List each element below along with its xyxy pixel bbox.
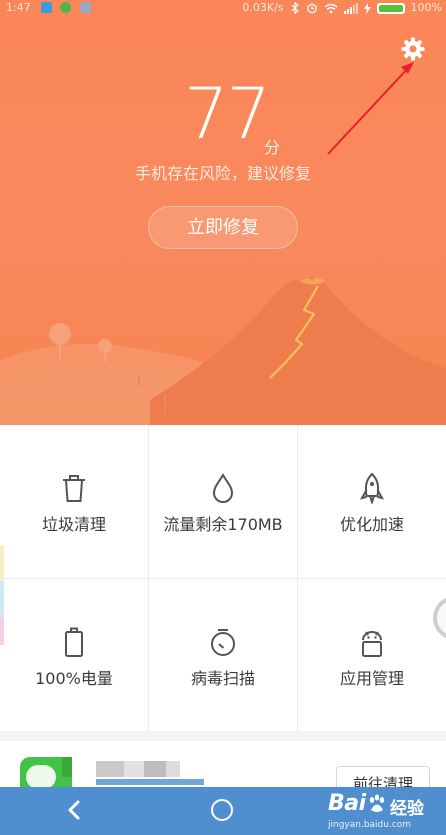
water-drop-icon [212, 472, 234, 503]
security-score: 77 分 [180, 74, 330, 162]
score-value: 77 [184, 73, 271, 155]
rocket-icon [360, 472, 384, 504]
alarm-icon [306, 3, 317, 14]
gear-icon[interactable] [400, 36, 426, 62]
volcano-illustration [0, 277, 446, 425]
watermark-brand-cn: 经验 [390, 799, 424, 819]
battery-percent: 100% [410, 1, 442, 14]
tool-label: 流量剩余170MB [163, 515, 283, 534]
tool-battery[interactable]: 100%电量 [0, 579, 148, 732]
paw-icon [369, 794, 385, 812]
watermark-brand: Bai [328, 791, 366, 816]
blurred-text [144, 761, 166, 777]
edge-strip [0, 581, 4, 617]
battery-icon [376, 2, 405, 14]
blurred-text [166, 761, 180, 777]
card-accent [62, 757, 72, 777]
android-icon [362, 631, 382, 657]
tool-label: 100%电量 [35, 669, 113, 688]
go-clean-button[interactable]: 前往清理 [336, 766, 430, 787]
navigation-bar: Bai 经验 jingyan.baidu.com [0, 787, 446, 835]
tool-optimize[interactable]: 优化加速 [298, 425, 446, 578]
wifi-icon [324, 3, 337, 13]
tool-label: 病毒扫描 [190, 669, 255, 688]
timer-scan-icon [211, 629, 235, 656]
tool-data-usage[interactable]: 流量剩余170MB [149, 425, 297, 578]
fix-now-button[interactable]: 立即修复 [148, 206, 298, 249]
baidu-jingyan-watermark: Bai 经验 jingyan.baidu.com [328, 791, 446, 835]
tool-virus-scan[interactable]: 病毒扫描 [149, 579, 297, 732]
trash-icon [63, 475, 85, 502]
notification-icon-2 [60, 2, 71, 13]
signal-icon [343, 2, 358, 14]
notification-icon-3 [80, 2, 91, 13]
section-divider [0, 731, 446, 741]
status-bar: 1:47 0.03K/s 100% [0, 0, 446, 16]
battery-icon [65, 627, 83, 657]
blurred-text [124, 761, 144, 777]
score-unit: 分 [264, 138, 281, 157]
edge-strip [0, 545, 4, 581]
edge-strip [0, 617, 4, 645]
bluetooth-icon [291, 2, 299, 14]
watermark-url: jingyan.baidu.com [328, 820, 412, 830]
charging-icon [363, 2, 371, 14]
tool-app-manager[interactable]: 应用管理 [298, 579, 446, 732]
blurred-text [96, 779, 204, 785]
home-icon[interactable] [211, 799, 233, 821]
tool-label: 应用管理 [339, 669, 404, 688]
back-icon[interactable] [62, 797, 88, 823]
security-header: 1:47 0.03K/s 100% 77 分 手机存在风险，建议修复 立即修复 [0, 0, 446, 425]
risk-message: 手机存在风险，建议修复 [134, 164, 311, 183]
tool-label: 优化加速 [339, 515, 404, 534]
network-speed: 0.03K/s [242, 1, 284, 14]
cleanup-card: 前往清理 [0, 741, 446, 787]
blurred-text [96, 761, 124, 777]
tool-junk-clean[interactable]: 垃圾清理 [0, 425, 148, 578]
tools-grid: 垃圾清理 流量剩余170MB 优化加速 100%电量 病毒扫描 应用管理 [0, 425, 446, 731]
notification-icon-1 [41, 2, 52, 13]
status-time: 1:47 [6, 1, 31, 14]
tool-label: 垃圾清理 [41, 515, 106, 534]
